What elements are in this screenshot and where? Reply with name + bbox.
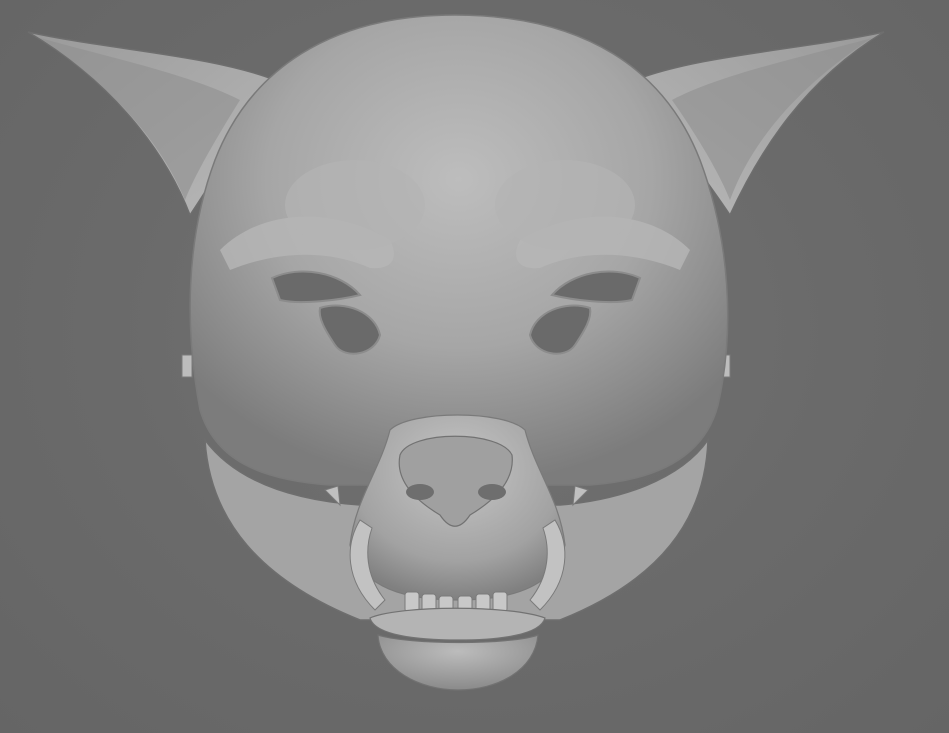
left-nostril (406, 484, 434, 500)
sculpt-viewport[interactable] (0, 0, 949, 733)
right-nostril (478, 484, 506, 500)
cat-mask-model (27, 14, 885, 691)
left-strap-tab (181, 354, 193, 378)
left-forehead-bulge (285, 160, 425, 250)
lower-lip (369, 607, 546, 641)
chin (377, 634, 539, 691)
right-forehead-bulge (495, 160, 635, 250)
